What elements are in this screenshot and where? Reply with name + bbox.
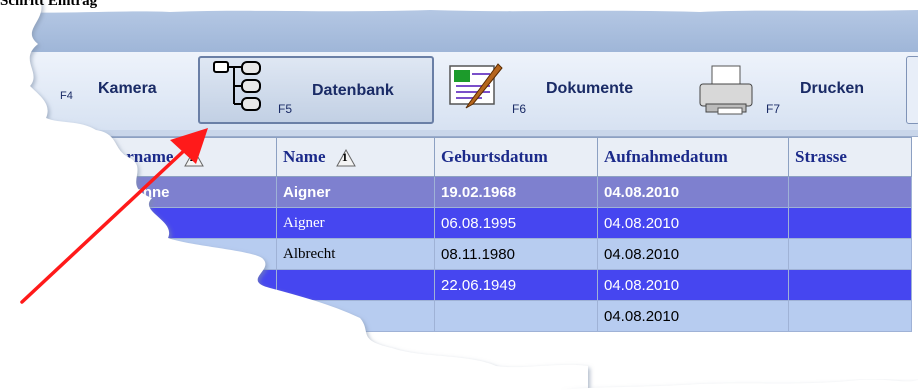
screenshot-scene: F4 Kamera F5 Datenbank F6 Dokumente F7 D…: [0, 0, 918, 390]
caption-text: Schritt Eintrag: [0, 0, 98, 9]
red-pointer-arrow: [20, 128, 208, 304]
